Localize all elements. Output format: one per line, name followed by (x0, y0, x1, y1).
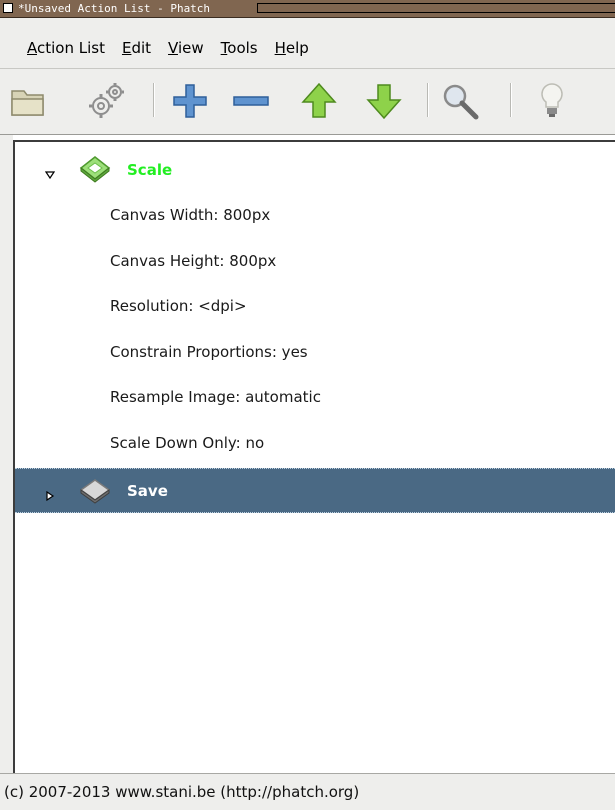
menu-mnemonic: A (27, 39, 37, 57)
tree-row-property[interactable]: Resample Image: automatic (15, 374, 615, 419)
property-text: Canvas Width: 800px (110, 205, 271, 224)
execute-button[interactable] (86, 81, 126, 121)
action-label: Scale (127, 160, 173, 179)
toolbar-separator (153, 83, 154, 117)
menu-label: elp (285, 39, 309, 57)
menu-mnemonic: V (168, 39, 178, 57)
status-text: (c) 2007-2013 www.stani.be (http://phatc… (4, 783, 360, 801)
left-margin (0, 135, 13, 773)
property-text: Resample Image: automatic (110, 387, 321, 406)
scale-icon (79, 155, 111, 183)
menu-action-list[interactable]: Action List (27, 39, 105, 57)
tree-row-property[interactable]: Resolution: <dpi> (15, 283, 615, 328)
tree-row-property[interactable]: Constrain Proportions: yes (15, 329, 615, 374)
save-action-icon (79, 475, 111, 507)
move-up-button[interactable] (299, 81, 339, 121)
arrow-up-icon (301, 82, 337, 118)
expander-collapsed[interactable] (45, 486, 55, 501)
add-action-button[interactable] (170, 81, 210, 121)
arrow-down-icon (366, 84, 402, 120)
tree-row-save[interactable]: Save (15, 468, 615, 513)
property-text: Resolution: <dpi> (110, 296, 247, 315)
save-icon (79, 478, 111, 504)
tree-row-property[interactable]: Scale Down Only: no (15, 420, 615, 465)
tips-button[interactable] (532, 81, 572, 121)
property-text: Canvas Height: 800px (110, 251, 277, 270)
tree-row-property[interactable]: Canvas Height: 800px (15, 238, 615, 283)
minus-icon (233, 96, 269, 106)
property-text: Constrain Proportions: yes (110, 342, 308, 361)
title-bar-rule (257, 3, 615, 13)
remove-action-button[interactable] (231, 81, 271, 121)
move-down-button[interactable] (364, 81, 404, 121)
scale-action-icon (79, 154, 111, 186)
window-title: *Unsaved Action List - Phatch (18, 2, 211, 15)
menu-view[interactable]: View (168, 39, 204, 57)
search-button[interactable] (440, 81, 480, 121)
menu-help[interactable]: Help (275, 39, 309, 57)
plus-icon (173, 84, 207, 118)
menu-label: dit (131, 39, 152, 57)
menu-label: ools (227, 39, 258, 57)
tree-row-scale[interactable]: Scale (15, 147, 615, 192)
menu-edit[interactable]: Edit (122, 39, 151, 57)
menu-tools[interactable]: Tools (221, 39, 258, 57)
lightbulb-icon (541, 83, 563, 117)
triangle-right-icon (46, 490, 55, 501)
triangle-down-icon (44, 170, 56, 179)
toolbar (0, 69, 615, 135)
menu-label: ction List (37, 39, 105, 57)
folder-open-icon (11, 90, 44, 116)
menu-label: iew (177, 39, 204, 57)
toolbar-separator (510, 83, 511, 117)
menu-mnemonic: H (274, 39, 286, 57)
menu-bar: Action List Edit View Tools Help (0, 18, 615, 69)
action-tree[interactable]: Scale Canvas Width: 800px Canvas Height:… (13, 140, 615, 773)
gears-icon (89, 83, 124, 118)
property-text: Scale Down Only: no (110, 433, 265, 452)
toolbar-separator (427, 83, 428, 117)
magnifier-icon (443, 84, 479, 120)
title-bar: *Unsaved Action List - Phatch (0, 0, 615, 18)
window-menu-button[interactable] (3, 3, 13, 13)
open-button[interactable] (8, 81, 48, 121)
status-bar: (c) 2007-2013 www.stani.be (http://phatc… (0, 773, 615, 810)
tree-row-property[interactable]: Canvas Width: 800px (15, 192, 615, 237)
action-label: Save (127, 481, 168, 500)
expander-expanded[interactable] (44, 165, 56, 179)
